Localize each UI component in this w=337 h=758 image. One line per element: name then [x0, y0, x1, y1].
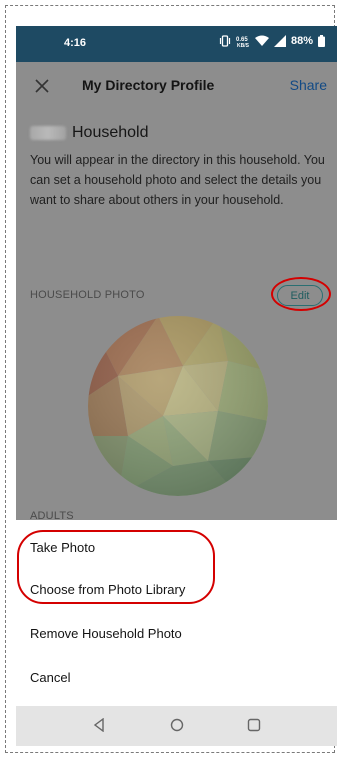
close-icon[interactable] — [32, 76, 52, 96]
recents-icon[interactable] — [247, 718, 261, 732]
photo-action-sheet: Take Photo Choose from Photo Library Rem… — [16, 520, 337, 706]
data-speed-icon: 0.65 KB/S — [236, 37, 250, 47]
page-title: My Directory Profile — [82, 77, 215, 93]
wifi-icon — [254, 35, 269, 46]
phone-screen: 4:16 0.65 KB/S 88% My Directory Profile … — [16, 26, 337, 746]
take-photo-option[interactable]: Take Photo — [30, 540, 95, 555]
status-bar: 4:16 0.65 KB/S 88% — [16, 26, 337, 62]
top-app-bar: My Directory Profile Share — [16, 62, 337, 110]
status-icons: 0.65 KB/S 88% — [219, 35, 325, 47]
status-time: 4:16 — [64, 37, 87, 49]
remove-photo-option[interactable]: Remove Household Photo — [30, 626, 182, 641]
household-photo-label: HOUSEHOLD PHOTO — [30, 289, 145, 301]
battery-icon — [318, 35, 325, 47]
household-description: You will appear in the directory in this… — [30, 153, 325, 207]
household-heading: Household — [30, 124, 149, 142]
home-icon[interactable] — [170, 718, 184, 732]
choose-from-library-option[interactable]: Choose from Photo Library — [30, 582, 185, 597]
profile-screen: My Directory Profile Share Household You… — [16, 62, 337, 522]
household-photo — [88, 316, 268, 496]
blurred-family-name — [30, 126, 66, 140]
edit-photo-button[interactable]: Edit — [277, 285, 323, 306]
household-label: Household — [72, 124, 149, 141]
signal-icon — [273, 35, 286, 47]
battery-percent: 88% — [290, 35, 313, 47]
back-icon[interactable] — [92, 718, 106, 732]
android-nav-bar — [16, 706, 337, 746]
vibrate-icon — [219, 35, 231, 47]
share-button[interactable]: Share — [290, 77, 327, 93]
cancel-option[interactable]: Cancel — [30, 670, 70, 685]
svg-text:KB/S: KB/S — [237, 43, 250, 47]
